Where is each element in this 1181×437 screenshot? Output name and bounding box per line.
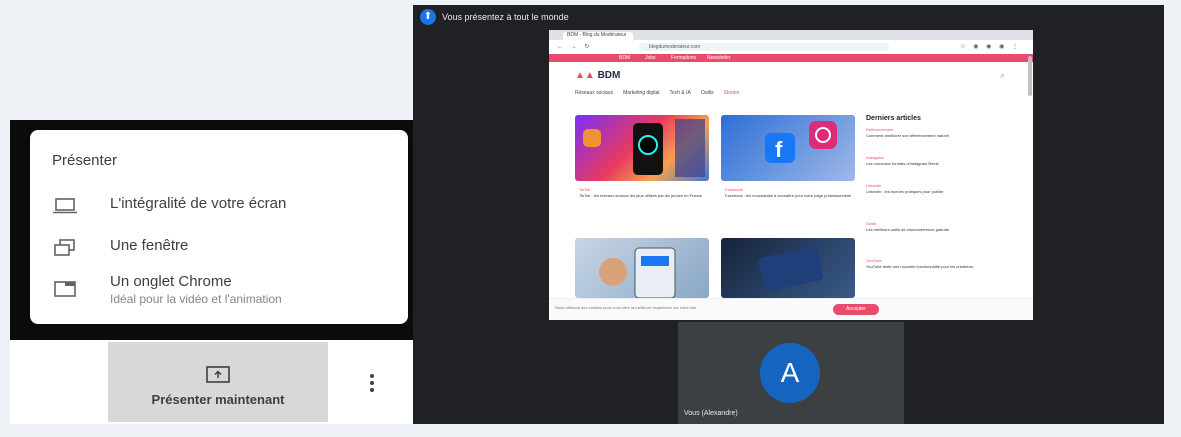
svg-text:f: f <box>775 137 783 162</box>
present-now-button[interactable]: Présenter maintenant <box>108 342 328 422</box>
sidebar-article: Outils Les meilleurs outils de visioconfé… <box>866 221 949 232</box>
menu-item-sublabel: Idéal pour la vidéo et l'animation <box>110 292 282 306</box>
more-dot <box>370 381 374 385</box>
site-logo: ▲▲ BDM <box>575 70 621 81</box>
browser-extension-icons: ☆ ◉ ◉ ◉ ⋮ <box>960 44 1021 50</box>
sidebar-title: Derniers articles <box>866 115 921 122</box>
more-dot <box>370 388 374 392</box>
menu-item-window[interactable]: Une fenêtre <box>30 234 408 270</box>
site-nav-item: Outils <box>700 90 714 96</box>
more-vert-icon <box>370 374 374 378</box>
browser-tab: BDM - Blog du Modérateur <box>563 32 633 40</box>
presenting-banner-text: Vous présentez à tout le monde <box>442 12 569 22</box>
menu-item-chrome-tab[interactable]: Un onglet Chrome Idéal pour la vidéo et … <box>30 270 408 312</box>
menu-item-entire-screen[interactable]: L'intégralité de votre écran <box>30 192 408 228</box>
article-image-dark-phone <box>721 238 855 298</box>
present-menu-title: Présenter <box>52 152 118 169</box>
more-options-button[interactable] <box>360 368 384 398</box>
laptop-icon <box>52 196 78 216</box>
search-icon: ⌕ <box>999 70 1005 80</box>
window-icon <box>52 238 78 258</box>
presenting-banner: ⬆ Vous présentez à tout le monde <box>420 8 569 26</box>
article-image-tiktok <box>575 115 709 181</box>
menu-item-label: Un onglet Chrome <box>110 273 232 290</box>
site-nav: Réseaux sociaux Marketing digital Tech &… <box>575 90 739 96</box>
present-screen-icon <box>203 364 233 391</box>
shared-screen: BDM - Blog du Modérateur ← → ↻ blogdumod… <box>549 30 1033 320</box>
strip-link: Formations <box>671 55 697 61</box>
menu-item-label: Une fenêtre <box>110 237 189 254</box>
site-nav-item: Stories <box>723 90 740 96</box>
site-nav-item: Marketing digital <box>623 90 660 96</box>
menu-item-label: L'intégralité de votre écran <box>110 195 287 212</box>
browser-nav-icons: ← → ↻ <box>557 44 593 50</box>
strip-link: Jobs <box>645 55 656 61</box>
site-top-strip: BDM Jobs Formations Newsletter <box>549 54 1033 62</box>
article-caption: TikTok TikTok : les réseaux sociaux les … <box>579 187 703 198</box>
cookie-banner: Nous utilisons des cookies pour vous off… <box>549 298 1033 320</box>
article-caption: Facebook Facebook : les nouveautés à con… <box>725 187 852 198</box>
tab-icon <box>52 279 78 299</box>
sidebar-article: YouTube YouTube teste une nouvelle foncti… <box>866 258 974 269</box>
sidebar-article: LinkedIn LinkedIn : les bonnes pratiques … <box>866 183 944 194</box>
address-bar: blogdumoderateur.com <box>639 43 889 51</box>
page-scrollbar <box>1028 56 1032 96</box>
sidebar-article: Référencement Comment améliorer son référ… <box>866 127 949 138</box>
avatar: A <box>760 343 820 403</box>
strip-link: Newsletter <box>707 55 731 61</box>
cookie-text: Nous utilisons des cookies pour vous off… <box>555 305 698 310</box>
cookie-accept-button: Accepter <box>833 304 879 315</box>
browser-toolbar: ← → ↻ blogdumoderateur.com ☆ ◉ ◉ ◉ ⋮ <box>549 40 1033 55</box>
sidebar-article: Instagram Les nouveaux formats d'Instagra… <box>866 155 939 166</box>
participant-name: Vous (Alexandre) <box>684 410 738 417</box>
site-nav-item: Réseaux sociaux <box>575 90 614 96</box>
site-nav-item: Tech & IA <box>669 90 691 96</box>
article-image-facebook: f <box>721 115 855 181</box>
present-now-label: Présenter maintenant <box>151 392 285 407</box>
article-image-phone <box>575 238 709 298</box>
presenting-icon: ⬆ <box>420 9 436 25</box>
present-menu: Présenter L'intégralité de votre écran U… <box>30 130 408 324</box>
strip-link: BDM <box>619 55 631 61</box>
